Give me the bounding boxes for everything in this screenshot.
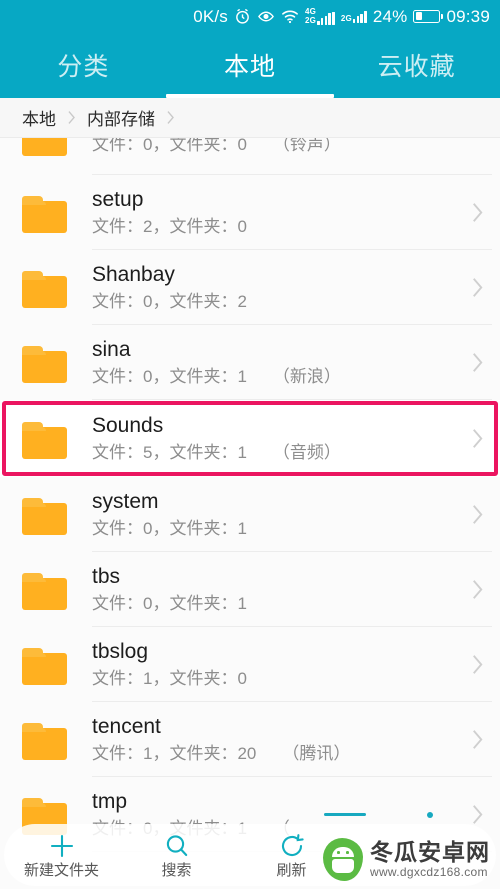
- file-list[interactable]: 文件：0，文件夹：0 （铃声） setup 文件：2，文件夹：0 Shanbay…: [0, 138, 500, 889]
- sim2-label: 2G: [340, 13, 352, 23]
- tab-bar: 分类 本地 云收藏: [0, 32, 500, 98]
- row-meta-translation: （新浪）: [272, 366, 341, 386]
- tab-cloud-favorites-label: 云收藏: [377, 53, 456, 81]
- row-meta-counts: 文件：0，文件夹：1: [92, 593, 247, 613]
- chevron-right-icon[interactable]: [454, 275, 500, 300]
- sim1-bottom-label: 2G: [305, 15, 317, 25]
- row-meta-counts: 文件：5，文件夹：1: [92, 442, 247, 462]
- chevron-right-icon: [66, 109, 77, 126]
- search-icon: [163, 831, 191, 861]
- signal-4g-icon: 4G 2G: [305, 6, 335, 25]
- android-mascot-icon: [323, 838, 363, 881]
- wifi-icon: [281, 9, 299, 24]
- table-row[interactable]: sina 文件：0，文件夹：1 （新浪）: [0, 325, 500, 400]
- row-meta-counts: 文件：1，文件夹：20: [92, 743, 257, 763]
- tab-categories-label: 分类: [57, 53, 110, 81]
- row-name: Shanbay: [92, 262, 175, 286]
- search-button[interactable]: 搜索: [119, 824, 234, 886]
- battery-percent-label: 24%: [372, 6, 408, 26]
- table-row[interactable]: system 文件：0，文件夹：1: [0, 477, 500, 552]
- search-label: 搜索: [161, 862, 192, 879]
- refresh-label: 刷新: [276, 862, 307, 879]
- table-row[interactable]: Shanbay 文件：0，文件夹：2: [0, 250, 500, 325]
- new-folder-button[interactable]: 新建文件夹: [4, 824, 119, 886]
- row-meta: 文件：2，文件夹：0: [92, 215, 454, 239]
- network-speed: 0K/s: [193, 6, 229, 26]
- row-meta-counts: 文件：0，文件夹：2: [92, 291, 247, 311]
- folder-icon: [22, 343, 70, 383]
- row-name: setup: [92, 187, 144, 211]
- tab-local-label: 本地: [224, 53, 277, 81]
- phone-screen: 0K/s 4G 2G 2G 24% 09:39 分类 本地 云收藏 本地 内部存…: [0, 0, 500, 889]
- row-meta: 文件：1，文件夹：0: [92, 667, 454, 691]
- row-meta: 文件：0，文件夹：0 （铃声）: [92, 138, 454, 157]
- row-name: tmp: [92, 789, 128, 813]
- watermark-title: 冬瓜安卓网: [370, 839, 490, 865]
- row-name: tbs: [92, 564, 121, 588]
- row-name: tencent: [92, 714, 161, 738]
- row-name: tbslog: [92, 639, 149, 663]
- row-meta: 文件：0，文件夹：2: [92, 290, 454, 314]
- tab-categories[interactable]: 分类: [0, 32, 167, 98]
- signal-2g-icon: 2G: [341, 10, 367, 23]
- row-meta-translation: （铃声）: [272, 138, 341, 154]
- sim1-top-label: 4G: [305, 6, 317, 16]
- row-name: system: [92, 489, 159, 513]
- chevron-right-icon[interactable]: [454, 200, 500, 225]
- chevron-right-icon[interactable]: [454, 577, 500, 602]
- row-meta-translation: （音频）: [272, 442, 341, 462]
- row-meta: 文件：5，文件夹：1 （音频）: [92, 441, 454, 465]
- folder-icon: [22, 268, 70, 308]
- chevron-right-icon[interactable]: [454, 426, 500, 451]
- chevron-right-icon[interactable]: [454, 350, 500, 375]
- row-meta: 文件：0，文件夹：1: [92, 517, 454, 541]
- chevron-right-icon[interactable]: [454, 502, 500, 527]
- status-bar: 0K/s 4G 2G 2G 24% 09:39: [0, 0, 500, 32]
- row-meta-counts: 文件：1，文件夹：0: [92, 668, 247, 688]
- breadcrumb-item-local[interactable]: 本地: [22, 105, 56, 130]
- row-meta-translation: （腾讯）: [282, 743, 351, 763]
- folder-icon: [22, 645, 70, 685]
- folder-icon: [22, 720, 70, 760]
- watermark-url: www.dgxcdz168.com: [370, 865, 488, 879]
- battery-icon: [413, 9, 444, 23]
- chevron-right-icon[interactable]: [454, 727, 500, 752]
- breadcrumb: 本地 内部存储: [0, 98, 500, 138]
- row-meta-counts: 文件：2，文件夹：0: [92, 216, 247, 236]
- eye-icon: [257, 8, 275, 25]
- row-name: sina: [92, 337, 131, 361]
- table-row[interactable]: 文件：0，文件夹：0 （铃声）: [0, 138, 500, 175]
- alarm-icon: [234, 8, 251, 25]
- folder-icon: [22, 419, 70, 459]
- row-meta: 文件：1，文件夹：20 （腾讯）: [92, 742, 454, 766]
- new-folder-label: 新建文件夹: [23, 862, 99, 879]
- folder-icon: [22, 193, 70, 233]
- signal-bars-sim2: [352, 10, 367, 23]
- breadcrumb-item-internal-storage[interactable]: 内部存储: [87, 105, 155, 130]
- row-meta-counts: 文件：0，文件夹：1: [92, 366, 247, 386]
- clock-label: 09:39: [446, 6, 490, 26]
- table-row[interactable]: tencent 文件：1，文件夹：20 （腾讯）: [0, 702, 500, 777]
- folder-icon: [22, 495, 70, 535]
- folder-icon: [22, 570, 70, 610]
- row-meta-counts: 文件：0，文件夹：1: [92, 518, 247, 538]
- row-meta-counts: 文件：0，文件夹：0: [92, 138, 247, 154]
- signal-bars-sim1: [317, 11, 335, 25]
- table-row[interactable]: tbs 文件：0，文件夹：1: [0, 552, 500, 627]
- table-row[interactable]: setup 文件：2，文件夹：0: [0, 175, 500, 250]
- table-row-sounds-highlighted[interactable]: Sounds 文件：5，文件夹：1 （音频）: [0, 400, 500, 477]
- table-row[interactable]: tbslog 文件：1，文件夹：0: [0, 627, 500, 702]
- row-meta: 文件：0，文件夹：1 （新浪）: [92, 365, 454, 389]
- folder-icon: [22, 138, 70, 156]
- row-name: Sounds: [92, 413, 164, 437]
- tab-local[interactable]: 本地: [167, 32, 334, 98]
- row-meta: 文件：0，文件夹：1: [92, 592, 454, 616]
- site-watermark: 冬瓜安卓网 www.dgxcdz168.com: [323, 838, 490, 881]
- chevron-right-icon-2: [165, 109, 176, 126]
- refresh-icon: [278, 831, 306, 861]
- plus-icon: [48, 831, 76, 861]
- chevron-right-icon[interactable]: [454, 652, 500, 677]
- tab-cloud-favorites[interactable]: 云收藏: [333, 32, 500, 98]
